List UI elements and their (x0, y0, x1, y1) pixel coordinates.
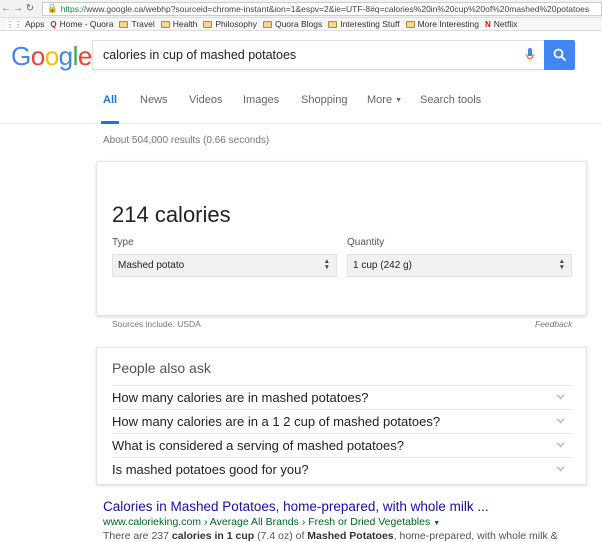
chevron-down-icon (556, 418, 565, 424)
bookmark-quora-blogs[interactable]: Quora Blogs (262, 19, 322, 29)
reload-icon[interactable]: ↻ (24, 3, 36, 14)
type-value: Mashed potato (118, 260, 185, 271)
sources-note: Sources include: USDA (112, 319, 201, 329)
quantity-select[interactable]: 1 cup (242 g) ▲ ▼ (347, 254, 572, 277)
active-tab-indicator (101, 121, 119, 124)
type-select[interactable]: Mashed potato ▲ ▼ (112, 254, 337, 277)
folder-icon (203, 20, 213, 28)
result-snippet: There are 237 calories in 1 cup (7.4 oz)… (103, 530, 558, 542)
folder-icon (328, 20, 338, 28)
quantity-label: Quantity (347, 237, 385, 248)
folder-icon (119, 20, 129, 28)
apps-grid-icon: ⋮⋮ (6, 19, 22, 29)
bookmark-interesting-stuff[interactable]: Interesting Stuff (328, 19, 400, 29)
tab-more[interactable]: More ▼ (367, 94, 402, 106)
chevron-down-icon (556, 442, 565, 448)
result-stats: About 504,000 results (0.66 seconds) (103, 135, 270, 146)
bookmark-philosophy[interactable]: Philosophy (203, 19, 257, 29)
quantity-value: 1 cup (242 g) (353, 260, 412, 271)
tab-shopping[interactable]: Shopping (301, 94, 348, 106)
calorie-count: 214 calories (112, 202, 231, 227)
paa-question[interactable]: How many calories are in a 1 2 cup of ma… (112, 409, 573, 433)
folder-icon (160, 20, 170, 28)
bookmark-netflix[interactable]: N Netflix (485, 19, 517, 29)
address-bar[interactable]: 🔒 https:// www.google.ca/webhp?sourceid=… (42, 1, 602, 16)
folder-icon (262, 20, 272, 28)
search-input[interactable]: calories in cup of mashed potatoes (92, 40, 544, 70)
nutrition-card: 214 calories Type Mashed potato ▲ ▼ Quant… (96, 161, 587, 316)
tab-all[interactable]: All (103, 94, 117, 106)
caret-down-icon[interactable]: ▼ (433, 520, 440, 527)
bookmark-more-interesting[interactable]: More Interesting (405, 19, 479, 29)
back-arrow-icon[interactable]: ← (0, 3, 12, 14)
netflix-icon: N (485, 19, 491, 29)
folder-icon (405, 20, 415, 28)
tab-search-tools[interactable]: Search tools (420, 94, 481, 106)
caret-down-icon: ▼ (395, 96, 402, 104)
microphone-icon[interactable] (526, 48, 534, 62)
bookmark-travel[interactable]: Travel (119, 19, 155, 29)
updown-arrow-icon: ▲ ▼ (558, 258, 565, 271)
tab-images[interactable]: Images (243, 94, 279, 106)
paa-question[interactable]: How many calories are in mashed potatoes… (112, 385, 573, 409)
url-text: www.google.ca/webhp?sourceid=chrome-inst… (86, 3, 590, 14)
paa-question[interactable]: Is mashed potatoes good for you? (112, 457, 573, 481)
browser-toolbar: ← → ↻ 🔒 https:// www.google.ca/webhp?sou… (0, 0, 602, 18)
bookmarks-bar: ⋮⋮ Apps Q Home - Quora Travel Health Philo… (0, 18, 602, 31)
result-title-link[interactable]: Calories in Mashed Potatoes, home-prepar… (103, 499, 489, 514)
url-scheme: https:// (60, 3, 87, 14)
google-logo[interactable]: Google (11, 41, 92, 72)
feedback-link[interactable]: Feedback (535, 319, 572, 329)
paa-question[interactable]: What is considered a serving of mashed p… (112, 433, 573, 457)
quora-icon: Q (50, 19, 57, 29)
tab-news[interactable]: News (140, 94, 168, 106)
chevron-down-icon (556, 466, 565, 472)
bookmark-health[interactable]: Health (160, 19, 197, 29)
search-query: calories in cup of mashed potatoes (103, 48, 297, 62)
people-also-ask: People also ask How many calories are in… (96, 347, 587, 485)
updown-arrow-icon: ▲ ▼ (323, 258, 330, 271)
paa-title: People also ask (112, 360, 211, 376)
result-url: www.calorieking.com › Average All Brands… (103, 516, 441, 528)
bookmark-apps[interactable]: ⋮⋮ Apps (6, 19, 44, 29)
search-icon (553, 48, 566, 62)
search-button[interactable] (544, 40, 575, 70)
lock-icon: 🔒 (47, 3, 58, 13)
forward-arrow-icon[interactable]: → (12, 3, 24, 14)
chevron-down-icon (556, 394, 565, 400)
bookmark-quora[interactable]: Q Home - Quora (50, 19, 113, 29)
type-label: Type (112, 237, 134, 248)
search-header: Google calories in cup of mashed potatoe… (0, 31, 602, 81)
search-tabs: All News Videos Images Shopping More ▼ Se… (0, 81, 602, 124)
tab-videos[interactable]: Videos (189, 94, 222, 106)
